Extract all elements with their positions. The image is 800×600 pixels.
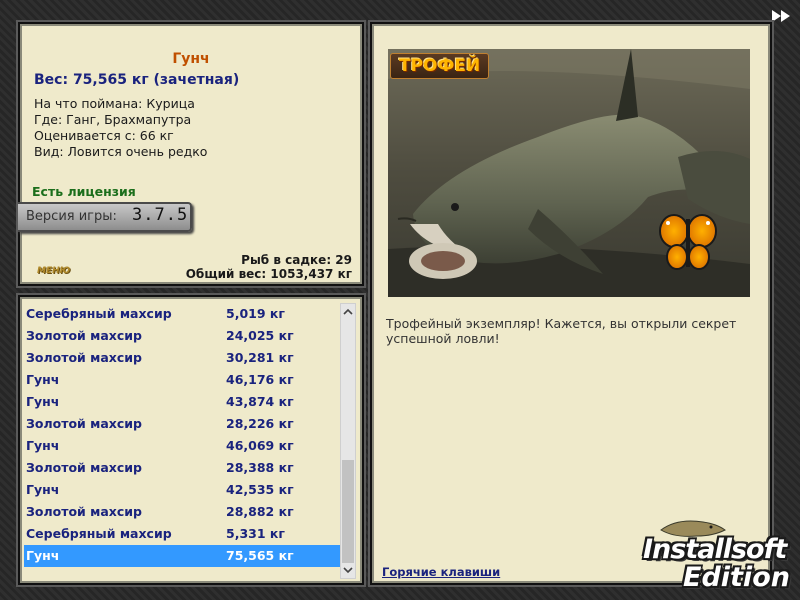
catch-weight: 42,535 кг xyxy=(226,482,294,497)
logo-text-line2: Edition xyxy=(683,562,790,593)
list-item[interactable]: Гунч 46,069 кг xyxy=(24,435,340,457)
catch-weight: 46,069 кг xyxy=(226,438,294,453)
trophy-message: Трофейный экземпляр! Кажется, вы открыли… xyxy=(386,316,737,346)
catch-name: Гунч xyxy=(26,438,60,453)
forward-button[interactable] xyxy=(770,8,794,24)
catch-name: Золотой махсир xyxy=(26,350,142,365)
installsoft-logo: Installsoft Edition xyxy=(633,516,795,596)
catch-name: Золотой махсир xyxy=(26,460,142,475)
catch-weight: 28,388 кг xyxy=(226,460,294,475)
catch-weight: 43,874 кг xyxy=(226,394,294,409)
catch-weight: 24,025 кг xyxy=(226,328,294,343)
trophy-detail-panel: ТРОФЕЙ Трофейный экземпляр! Кажется, вы … xyxy=(370,22,772,585)
list-item[interactable]: Золотой махсир 30,281 кг xyxy=(24,347,340,369)
rarity-line: Вид: Ловится очень редко xyxy=(34,144,208,159)
catch-name: Гунч xyxy=(26,394,60,409)
list-item[interactable]: Гунч 42,535 кг xyxy=(24,479,340,501)
catch-list-panel: Серебряный махсир 5,019 кг Золотой махсир… xyxy=(18,295,364,585)
location-line: Где: Ганг, Брахмапутра xyxy=(34,112,192,127)
catch-name: Золотой махсир xyxy=(26,416,142,431)
catch-weight: 5,019 кг xyxy=(226,306,285,321)
license-status: Есть лицензия xyxy=(32,184,136,199)
catch-name: Серебряный махсир xyxy=(26,526,172,541)
list-item[interactable]: Гунч 46,176 кг xyxy=(24,369,340,391)
bait-line: На что поймана: Курица xyxy=(34,96,195,111)
catch-name: Серебряный махсир xyxy=(26,306,172,321)
trophy-badge: ТРОФЕЙ xyxy=(390,53,490,79)
version-badge: Версия игры: 3.7.5 xyxy=(18,202,192,232)
scroll-down-button[interactable] xyxy=(341,563,355,577)
catch-weight: 30,281 кг xyxy=(226,350,294,365)
chevron-up-icon xyxy=(343,308,353,315)
fish-info-panel: Гунч Вес: 75,565 кг (зачетная) На что по… xyxy=(18,22,364,286)
menu-button[interactable]: МЕНЮ xyxy=(37,266,70,276)
fish-weight: Вес: 75,565 кг (зачетная) xyxy=(34,72,240,88)
list-item[interactable]: Серебряный махсир 5,019 кг xyxy=(24,303,340,325)
total-weight: Общий вес: 1053,437 кг xyxy=(185,267,352,281)
catch-list: Серебряный махсир 5,019 кг Золотой махсир… xyxy=(24,303,340,567)
fast-forward-icon xyxy=(772,10,790,22)
list-item[interactable]: Золотой махсир 28,882 кг xyxy=(24,501,340,523)
value-line: Оценивается с: 66 кг xyxy=(34,128,174,143)
catch-weight: 75,565 кг xyxy=(226,548,294,563)
catch-name: Гунч xyxy=(26,548,60,563)
catch-name: Золотой махсир xyxy=(26,504,142,519)
list-item[interactable]: Гунч 75,565 кг xyxy=(24,545,340,567)
cage-count: Рыб в садке: 29 xyxy=(241,253,352,267)
catch-weight: 5,331 кг xyxy=(226,526,285,541)
list-item[interactable]: Серебряный махсир 5,331 кг xyxy=(24,523,340,545)
catch-weight: 28,882 кг xyxy=(226,504,294,519)
list-item[interactable]: Золотой махсир 24,025 кг xyxy=(24,325,340,347)
scroll-thumb[interactable] xyxy=(342,460,354,563)
list-item[interactable]: Гунч 43,874 кг xyxy=(24,391,340,413)
scroll-up-button[interactable] xyxy=(341,305,355,319)
catch-name: Гунч xyxy=(26,482,60,497)
list-scrollbar[interactable] xyxy=(340,303,356,579)
version-label: Версия игры: xyxy=(26,209,117,224)
trophy-fish-photo: ТРОФЕЙ xyxy=(388,49,750,297)
catch-name: Золотой махсир xyxy=(26,328,142,343)
catch-weight: 28,226 кг xyxy=(226,416,294,431)
version-number: 3.7.5 xyxy=(132,205,189,225)
chevron-down-icon xyxy=(343,567,353,574)
hotkeys-link[interactable]: Горячие клавиши xyxy=(382,565,500,579)
logo-text-line1: Installsoft xyxy=(643,534,787,565)
catch-name: Гунч xyxy=(26,372,60,387)
list-item[interactable]: Золотой махсир 28,226 кг xyxy=(24,413,340,435)
catch-weight: 46,176 кг xyxy=(226,372,294,387)
goonch-fish-image xyxy=(388,49,750,297)
list-item[interactable]: Золотой махсир 28,388 кг xyxy=(24,457,340,479)
fish-title: Гунч xyxy=(172,51,210,67)
